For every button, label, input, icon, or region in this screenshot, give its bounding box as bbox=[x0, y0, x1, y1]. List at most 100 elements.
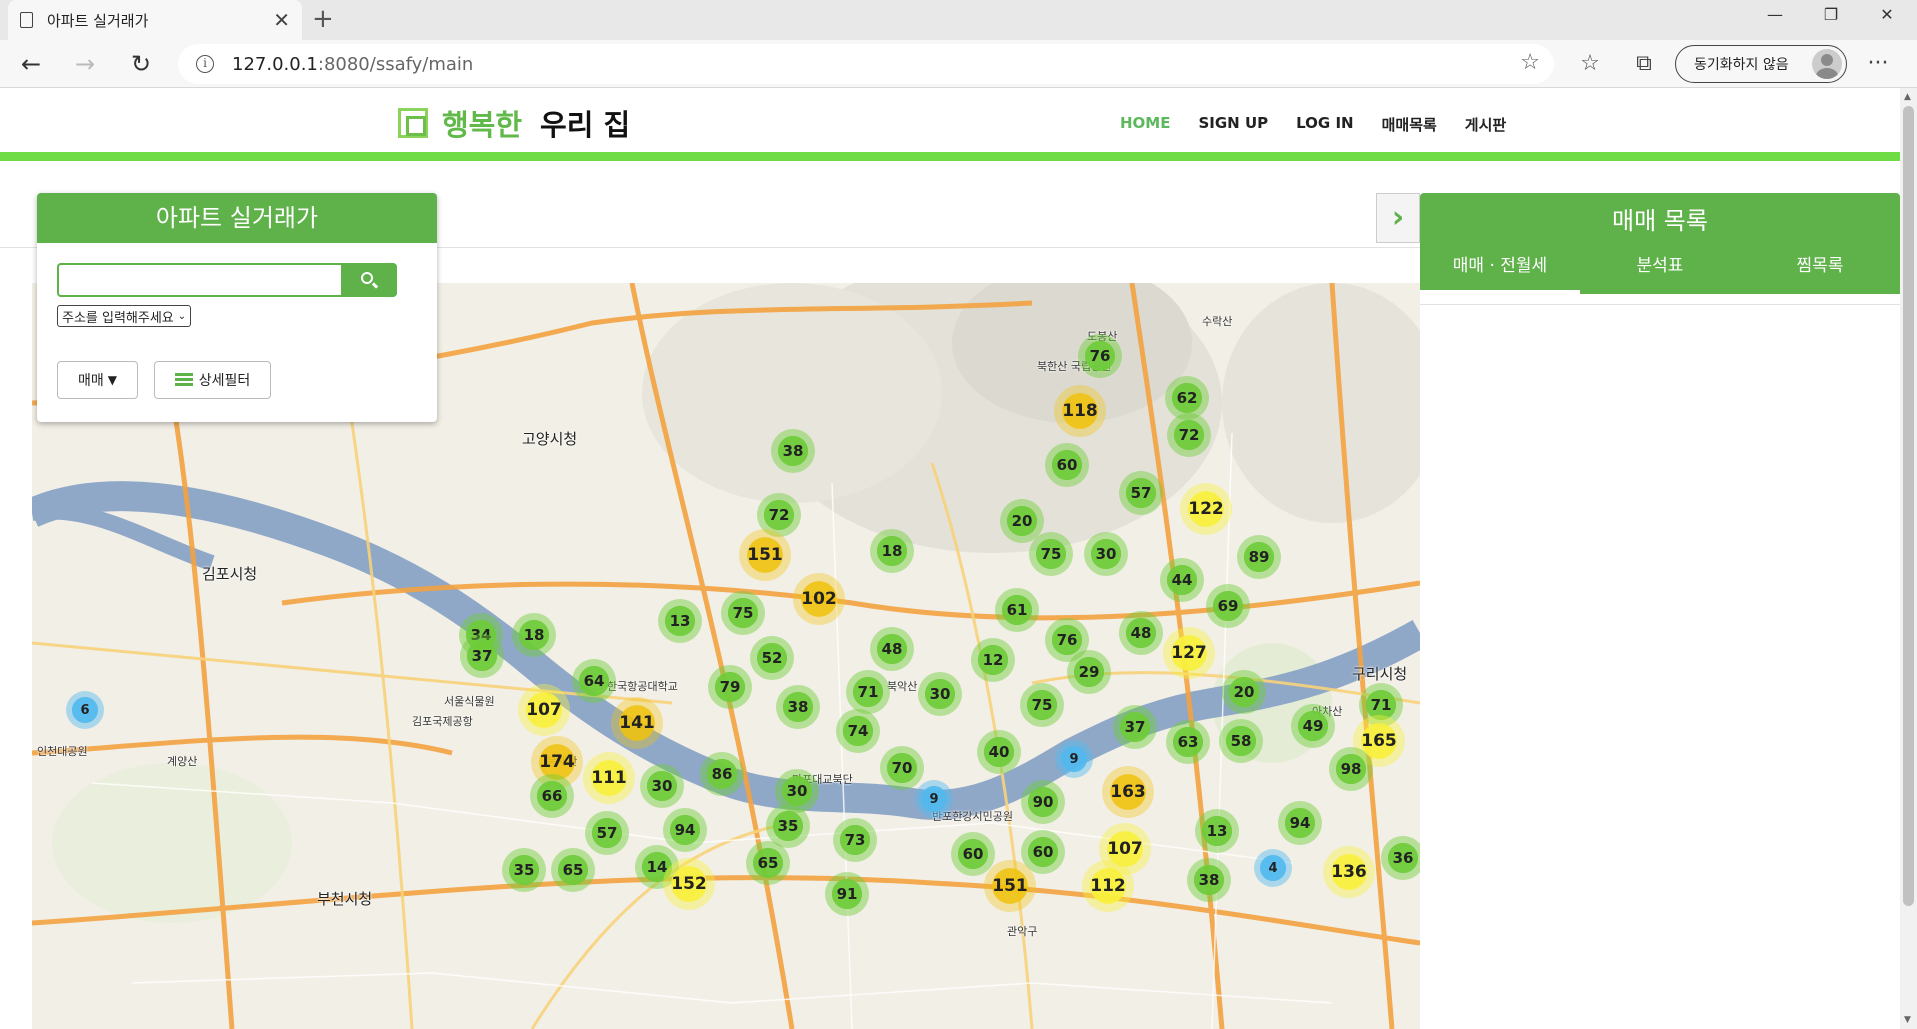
map-cluster-marker[interactable]: 127 bbox=[1163, 627, 1215, 679]
trade-type-button[interactable]: 매매 ▼ bbox=[57, 361, 138, 399]
map-cluster-marker[interactable]: 102 bbox=[793, 573, 845, 625]
map-cluster-marker[interactable]: 74 bbox=[836, 709, 880, 753]
info-icon[interactable]: i bbox=[196, 55, 214, 73]
map-cluster-marker[interactable]: 79 bbox=[708, 665, 752, 709]
map-cluster-marker[interactable]: 98 bbox=[1329, 747, 1373, 791]
map-cluster-marker[interactable]: 64 bbox=[572, 659, 616, 703]
map-cluster-marker[interactable]: 70 bbox=[880, 746, 924, 790]
map-cluster-marker[interactable]: 73 bbox=[833, 818, 877, 862]
map-cluster-marker[interactable]: 141 bbox=[611, 697, 663, 749]
page-scrollbar[interactable]: ▲ ▼ bbox=[1900, 88, 1917, 1029]
map-cluster-marker[interactable]: 152 bbox=[663, 858, 715, 910]
window-close-icon[interactable]: ✕ bbox=[1864, 0, 1910, 30]
brand[interactable]: 행복한 우리 집 bbox=[398, 102, 630, 144]
map-cluster-marker[interactable]: 35 bbox=[502, 848, 546, 892]
minimize-icon[interactable]: — bbox=[1752, 0, 1798, 30]
map-cluster-marker[interactable]: 49 bbox=[1291, 704, 1335, 748]
map-cluster-marker[interactable]: 86 bbox=[700, 752, 744, 796]
tab-wishlist[interactable]: 찜목록 bbox=[1740, 246, 1900, 294]
map-cluster-marker[interactable]: 29 bbox=[1067, 650, 1111, 694]
map-cluster-marker[interactable]: 151 bbox=[739, 529, 791, 581]
map-cluster-marker[interactable]: 18 bbox=[512, 613, 556, 657]
forward-icon[interactable]: → bbox=[68, 48, 102, 80]
tab-trade-rent[interactable]: 매매 · 전월세 bbox=[1420, 246, 1580, 294]
map-cluster-marker[interactable]: 65 bbox=[551, 848, 595, 892]
nav-trade-list[interactable]: 매매목록 bbox=[1382, 114, 1437, 135]
scroll-thumb[interactable] bbox=[1903, 106, 1914, 906]
address-select[interactable]: 주소를 입력해주세요 ⌄ bbox=[57, 305, 192, 327]
map-cluster-marker[interactable]: 75 bbox=[721, 591, 765, 635]
map-cluster-marker[interactable]: 76 bbox=[1078, 334, 1122, 378]
map-cluster-marker[interactable]: 9 bbox=[915, 780, 953, 818]
map-cluster-marker[interactable]: 111 bbox=[583, 752, 635, 804]
map-cluster-marker[interactable]: 71 bbox=[846, 670, 890, 714]
more-menu-icon[interactable]: ··· bbox=[1862, 48, 1894, 80]
map-cluster-marker[interactable]: 75 bbox=[1020, 683, 1064, 727]
map-cluster-marker[interactable]: 136 bbox=[1323, 846, 1375, 898]
map-cluster-marker[interactable]: 13 bbox=[1195, 809, 1239, 853]
map-cluster-marker[interactable]: 69 bbox=[1206, 584, 1250, 628]
tab-analysis[interactable]: 분석표 bbox=[1580, 246, 1740, 294]
address-bar[interactable]: i 127.0.0.1 :8080/ssafy/main ☆ bbox=[178, 44, 1554, 84]
browser-tab[interactable]: 아파트 실거래가 ✕ bbox=[8, 0, 302, 40]
map-cluster-marker[interactable]: 38 bbox=[771, 429, 815, 473]
map-cluster-marker[interactable]: 48 bbox=[1119, 611, 1163, 655]
map-cluster-marker[interactable]: 58 bbox=[1219, 719, 1263, 763]
map-cluster-marker[interactable]: 37 bbox=[460, 634, 504, 678]
map-cluster-marker[interactable]: 13 bbox=[658, 599, 702, 643]
map-cluster-marker[interactable]: 30 bbox=[640, 764, 684, 808]
map-cluster-marker[interactable]: 112 bbox=[1082, 860, 1134, 912]
favorite-star-icon[interactable]: ☆ bbox=[1520, 50, 1540, 75]
map-cluster-marker[interactable]: 94 bbox=[663, 808, 707, 852]
profile-sync-button[interactable]: 동기화하지 않음 bbox=[1675, 45, 1847, 83]
map-cluster-marker[interactable]: 48 bbox=[870, 627, 914, 671]
nav-home[interactable]: HOME bbox=[1120, 114, 1170, 135]
search-input[interactable] bbox=[57, 263, 341, 297]
scroll-down-icon[interactable]: ▼ bbox=[1904, 1015, 1911, 1025]
map-cluster-marker[interactable]: 163 bbox=[1102, 766, 1154, 818]
map-cluster-marker[interactable]: 38 bbox=[1187, 858, 1231, 902]
map-cluster-marker[interactable]: 89 bbox=[1237, 535, 1281, 579]
map-cluster-marker[interactable]: 90 bbox=[1021, 780, 1065, 824]
refresh-icon[interactable]: ↻ bbox=[124, 48, 158, 80]
map-cluster-marker[interactable]: 118 bbox=[1054, 385, 1106, 437]
map-cluster-marker[interactable]: 57 bbox=[1119, 471, 1163, 515]
map-cluster-marker[interactable]: 40 bbox=[977, 730, 1021, 774]
collections-icon[interactable]: ⧉ bbox=[1628, 48, 1660, 80]
map-cluster-marker[interactable]: 122 bbox=[1180, 483, 1232, 535]
detail-filter-button[interactable]: 상세필터 bbox=[154, 361, 271, 399]
search-button[interactable] bbox=[341, 263, 397, 297]
close-tab-icon[interactable]: ✕ bbox=[273, 8, 290, 32]
nav-signup[interactable]: SIGN UP bbox=[1198, 114, 1268, 135]
map-cluster-marker[interactable]: 6 bbox=[66, 691, 104, 729]
favorites-icon[interactable]: ☆ bbox=[1574, 48, 1606, 80]
map-cluster-marker[interactable]: 72 bbox=[1167, 413, 1211, 457]
map-cluster-marker[interactable]: 9 bbox=[1055, 740, 1093, 778]
scroll-up-icon[interactable]: ▲ bbox=[1904, 92, 1911, 102]
nav-login[interactable]: LOG IN bbox=[1296, 114, 1353, 135]
toggle-list-button[interactable]: › bbox=[1376, 193, 1420, 243]
map-cluster-marker[interactable]: 18 bbox=[870, 529, 914, 573]
map-cluster-marker[interactable]: 61 bbox=[995, 588, 1039, 632]
map-cluster-marker[interactable]: 107 bbox=[518, 684, 570, 736]
map-cluster-marker[interactable]: 37 bbox=[1113, 705, 1157, 749]
map-cluster-marker[interactable]: 4 bbox=[1254, 849, 1292, 887]
nav-board[interactable]: 게시판 bbox=[1465, 114, 1506, 135]
map-cluster-marker[interactable]: 30 bbox=[918, 672, 962, 716]
map-cluster-marker[interactable]: 38 bbox=[776, 685, 820, 729]
map-cluster-marker[interactable]: 151 bbox=[984, 860, 1036, 912]
map-cluster-marker[interactable]: 36 bbox=[1381, 836, 1420, 880]
map-cluster-marker[interactable]: 94 bbox=[1278, 801, 1322, 845]
map-cluster-marker[interactable]: 57 bbox=[585, 811, 629, 855]
map-cluster-marker[interactable]: 75 bbox=[1029, 532, 1073, 576]
map-cluster-marker[interactable]: 12 bbox=[971, 638, 1015, 682]
back-icon[interactable]: ← bbox=[14, 48, 48, 80]
map-cluster-marker[interactable]: 60 bbox=[1045, 443, 1089, 487]
map-cluster-marker[interactable]: 20 bbox=[1222, 670, 1266, 714]
new-tab-button[interactable]: + bbox=[312, 4, 334, 34]
restore-icon[interactable]: ❐ bbox=[1808, 0, 1854, 30]
map-cluster-marker[interactable]: 52 bbox=[750, 636, 794, 680]
map-cluster-marker[interactable]: 44 bbox=[1160, 558, 1204, 602]
map-cluster-marker[interactable]: 65 bbox=[746, 841, 790, 885]
map-cluster-marker[interactable]: 66 bbox=[530, 774, 574, 818]
